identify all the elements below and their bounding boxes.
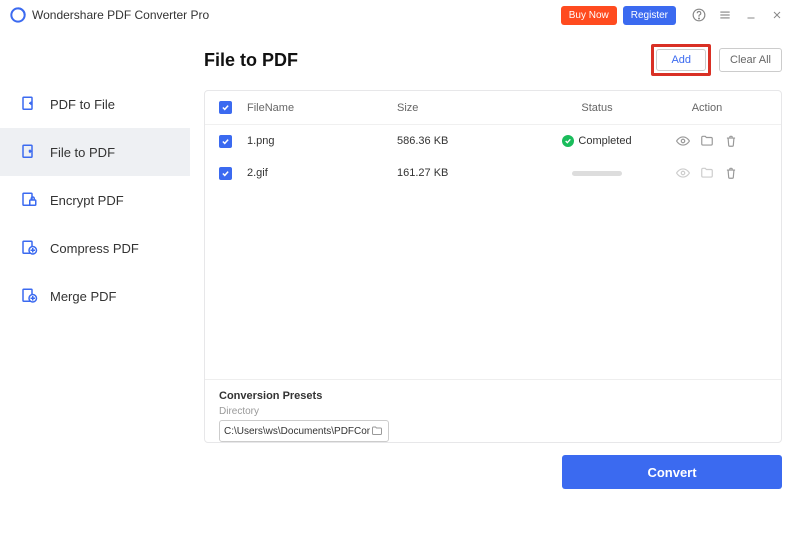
delete-icon[interactable]	[724, 166, 738, 180]
table-header: FileName Size Status Action	[205, 91, 781, 125]
convert-button[interactable]: Convert	[562, 455, 782, 489]
header-action: Action	[647, 102, 767, 114]
header-filename: FileName	[247, 102, 397, 114]
folder-icon	[700, 166, 714, 180]
file-to-pdf-icon	[20, 143, 38, 161]
folder-icon[interactable]	[700, 134, 714, 148]
sidebar-item-label: Compress PDF	[50, 241, 139, 256]
add-button-highlight: Add	[651, 44, 711, 76]
row-checkbox[interactable]	[219, 135, 232, 148]
select-all-checkbox[interactable]	[219, 101, 232, 114]
preview-icon	[676, 166, 690, 180]
sidebar-item-file-to-pdf[interactable]: File to PDF	[0, 128, 190, 176]
file-table: FileName Size Status Action 1.png 586.36…	[204, 90, 782, 443]
delete-icon[interactable]	[724, 134, 738, 148]
help-icon[interactable]	[688, 4, 710, 26]
cell-size: 586.36 KB	[397, 135, 547, 147]
cell-filename: 2.gif	[247, 167, 397, 179]
sidebar-item-label: File to PDF	[50, 145, 115, 160]
compress-pdf-icon	[20, 239, 38, 257]
directory-input-wrap	[219, 420, 389, 442]
sidebar-item-encrypt-pdf[interactable]: Encrypt PDF	[0, 176, 190, 224]
add-button[interactable]: Add	[656, 49, 706, 71]
sidebar-item-compress-pdf[interactable]: Compress PDF	[0, 224, 190, 272]
minimize-icon[interactable]	[740, 4, 762, 26]
titlebar: Wondershare PDF Converter Pro Buy Now Re…	[0, 0, 800, 30]
preview-icon[interactable]	[676, 134, 690, 148]
cell-filename: 1.png	[247, 135, 397, 147]
register-button[interactable]: Register	[623, 6, 676, 25]
buy-now-button[interactable]: Buy Now	[561, 6, 617, 25]
header-status: Status	[547, 102, 647, 114]
sidebar-item-label: Merge PDF	[50, 289, 116, 304]
menu-icon[interactable]	[714, 4, 736, 26]
directory-label: Directory	[219, 406, 767, 417]
sidebar-item-label: PDF to File	[50, 97, 115, 112]
check-circle-icon	[562, 135, 574, 147]
close-icon[interactable]	[766, 4, 788, 26]
table-row: 2.gif 161.27 KB	[205, 157, 781, 189]
header-size: Size	[397, 102, 547, 114]
clear-all-button[interactable]: Clear All	[719, 48, 782, 72]
conversion-presets: Conversion Presets Directory	[205, 379, 781, 442]
table-row: 1.png 586.36 KB Completed	[205, 125, 781, 157]
browse-folder-icon[interactable]	[370, 424, 384, 438]
sidebar-item-label: Encrypt PDF	[50, 193, 124, 208]
status-progress-bar	[572, 171, 622, 176]
sidebar: PDF to File File to PDF Encrypt PDF Comp…	[0, 30, 190, 558]
pdf-to-file-icon	[20, 95, 38, 113]
status-completed: Completed	[562, 135, 631, 147]
status-label: Completed	[578, 135, 631, 147]
sidebar-item-pdf-to-file[interactable]: PDF to File	[0, 80, 190, 128]
main-panel: File to PDF Add Clear All FileName Size …	[190, 30, 800, 558]
page-title: File to PDF	[204, 50, 651, 71]
sidebar-item-merge-pdf[interactable]: Merge PDF	[0, 272, 190, 320]
app-logo-icon	[10, 7, 26, 23]
directory-input[interactable]	[224, 426, 370, 437]
presets-title: Conversion Presets	[219, 390, 767, 402]
cell-size: 161.27 KB	[397, 167, 547, 179]
row-checkbox[interactable]	[219, 167, 232, 180]
encrypt-pdf-icon	[20, 191, 38, 209]
merge-pdf-icon	[20, 287, 38, 305]
app-title: Wondershare PDF Converter Pro	[32, 8, 209, 22]
